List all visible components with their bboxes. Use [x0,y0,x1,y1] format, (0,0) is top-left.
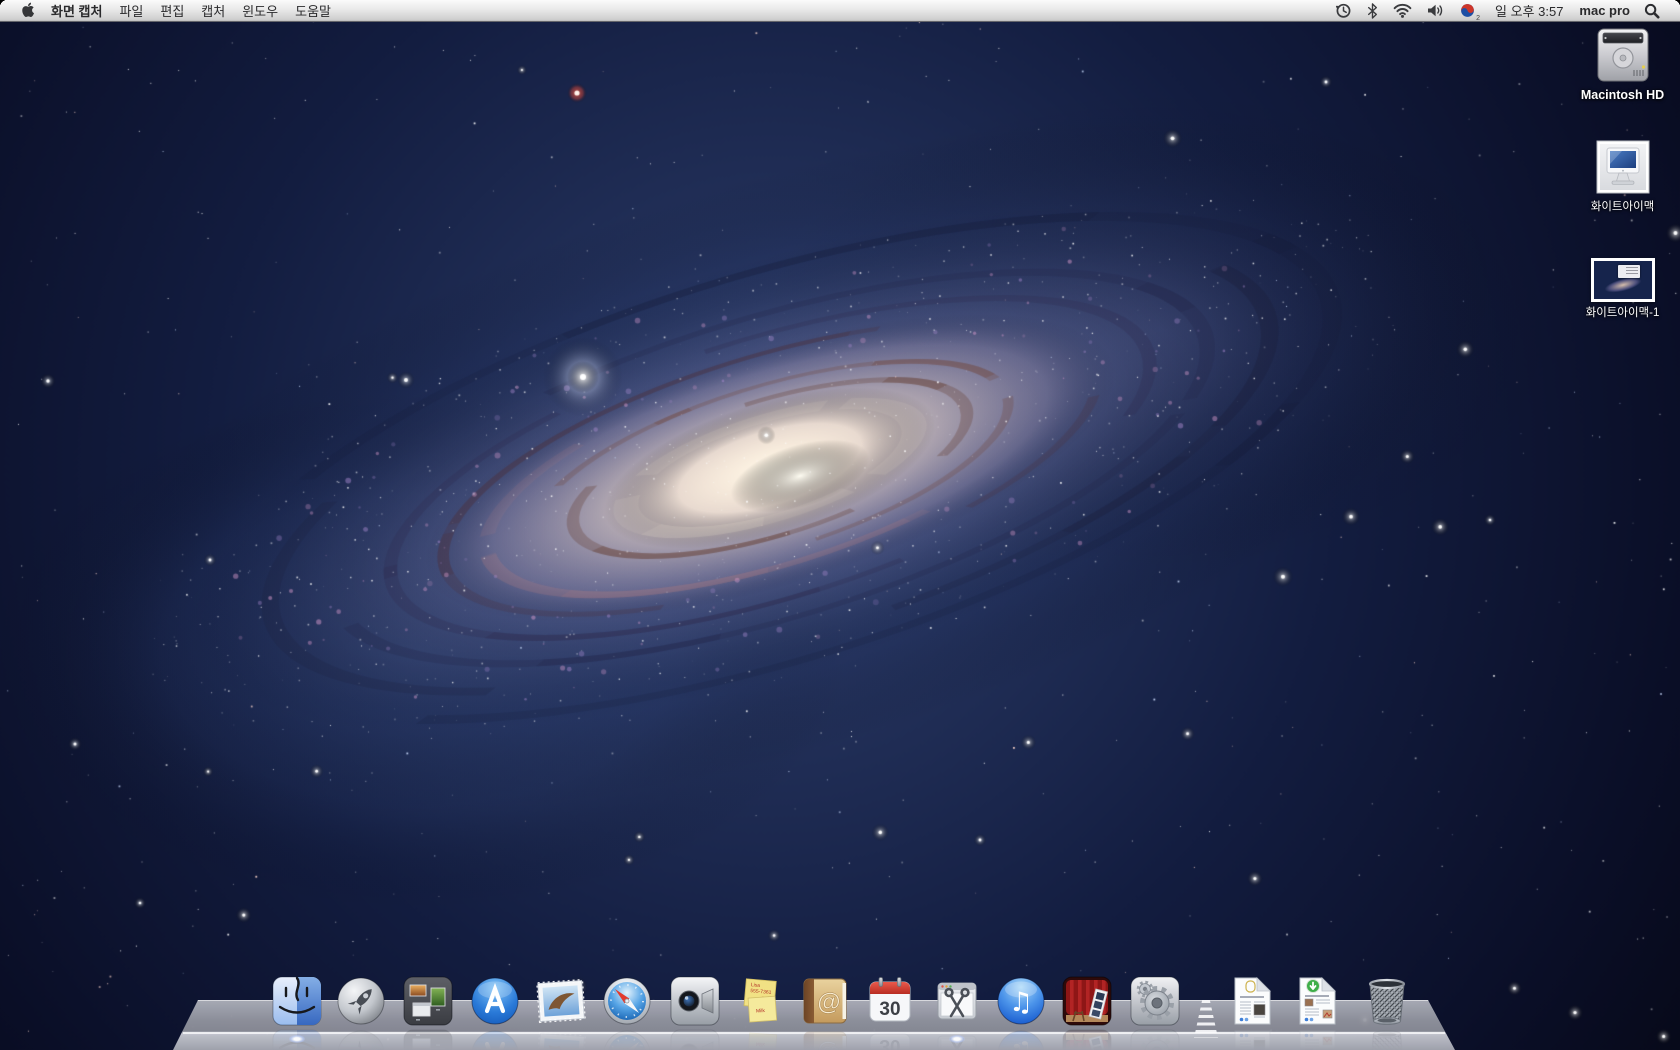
spotlight-icon[interactable] [1644,3,1660,19]
dock: Lisa 555-7361 8442 Milk @ [0,940,1680,1050]
image-file-imac-icon [1596,140,1650,196]
dock-shelf-edge [183,1032,1445,1034]
svg-text:Milk: Milk [756,1008,766,1015]
desktop-icon-white-imac[interactable]: 화이트아이맥 [1570,140,1675,214]
time-machine-icon[interactable] [1335,2,1352,19]
menu-item-help[interactable]: 도움말 [295,1,331,20]
menu-bar: 화면 캡처 파일 편집 캡처 윈도우 도움말 [0,0,1680,22]
svg-text:30: 30 [879,999,900,1020]
dock-app-store-icon[interactable] [470,975,520,1027]
dock-finder-icon[interactable] [272,975,322,1027]
dock-system-preferences-icon[interactable] [1130,975,1180,1027]
menu-item-window[interactable]: 윈도우 [242,1,278,20]
dock-itunes-icon[interactable]: ♫ [996,975,1046,1027]
menu-account-name[interactable]: mac pro [1579,3,1630,18]
apple-logo-icon [20,2,35,19]
dock-address-book-icon[interactable]: @ [800,975,850,1027]
screen-corner-left [0,0,7,7]
menu-app-name[interactable]: 화면 캡처 [51,1,102,20]
svg-text:@: @ [817,989,840,1016]
menu-bar-left: 화면 캡처 파일 편집 캡처 윈도우 도움말 [0,0,348,21]
dock-stickies-icon[interactable]: Lisa 555-7361 8442 Milk [736,975,786,1027]
svg-text:♫: ♫ [1009,987,1033,1018]
menu-item-capture[interactable]: 캡처 [201,1,225,20]
dock-document-1-icon[interactable] [1230,975,1276,1027]
menu-item-file[interactable]: 파일 [119,1,143,20]
dock-photo-booth-icon[interactable] [1062,975,1112,1027]
thumbnail-dialog [1618,265,1640,278]
dock-trash-icon[interactable] [1362,975,1412,1027]
dock-mission-control-icon[interactable] [403,975,453,1027]
input-source-korean-flag-icon[interactable]: 2 [1459,2,1476,19]
desktop-icon-macintosh-hd[interactable]: Macintosh HD [1570,26,1675,103]
dock-mail-icon[interactable] [536,975,586,1027]
dock-document-2-icon[interactable] [1295,975,1341,1027]
dock-grab-icon[interactable] [932,975,982,1027]
hard-drive-icon [1593,26,1653,84]
dock-ical-icon[interactable]: 30 [865,975,915,1027]
menu-bar-right: 2 일 오후 3:57 mac pro [1335,0,1680,21]
input-source-badge: 2 [1476,15,1480,22]
dock-facetime-icon[interactable] [670,975,720,1027]
apple-menu-icon[interactable] [20,2,35,19]
desktop-icon-label: 화이트아이맥 [1591,201,1654,214]
screen-corner-right [1673,0,1680,7]
desktop-icon-label: 화이트아이맥-1 [1586,307,1660,320]
dock-safari-icon[interactable] [602,975,652,1027]
dock-launchpad-icon[interactable] [336,975,386,1027]
volume-icon[interactable] [1427,3,1444,18]
menu-clock[interactable]: 일 오후 3:57 [1495,1,1563,20]
menu-item-edit[interactable]: 편집 [160,1,184,20]
desktop-icon-label: Macintosh HD [1581,89,1664,103]
bluetooth-icon[interactable] [1367,3,1378,19]
desktop-icon-white-imac-1[interactable]: 화이트아이맥-1 [1570,258,1675,320]
image-file-screenshot-icon [1591,258,1655,302]
running-indicator-finder [289,1035,305,1043]
wallpaper-galaxy [0,0,1680,1050]
running-indicator-grab [949,1035,965,1043]
wifi-icon[interactable] [1393,3,1412,18]
